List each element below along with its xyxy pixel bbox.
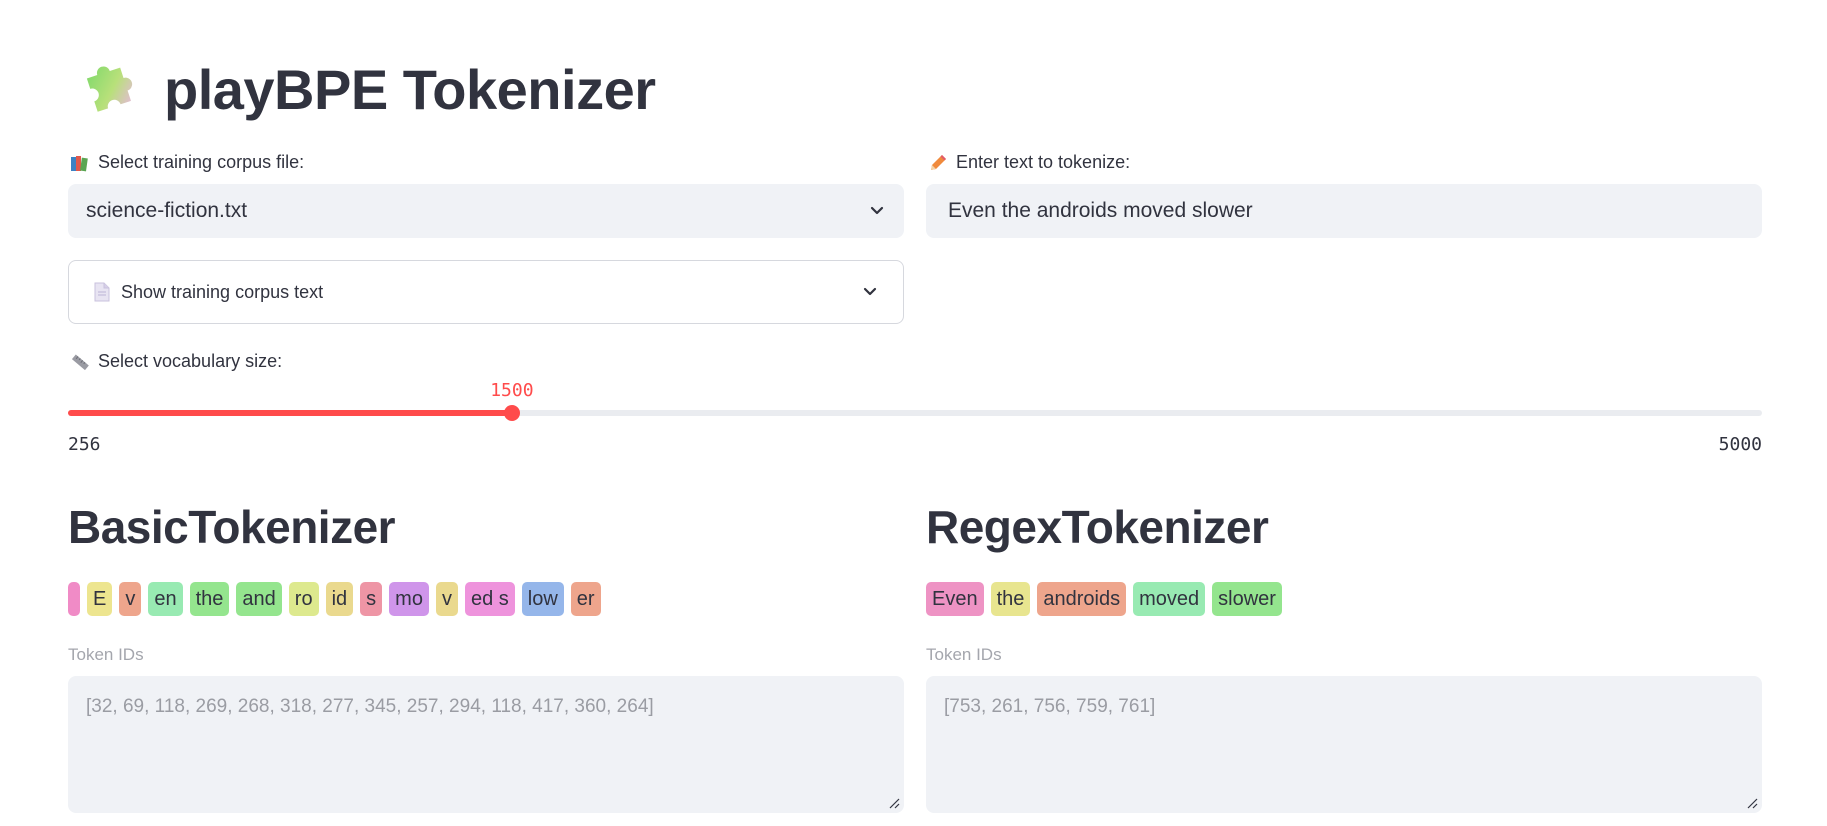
vocab-slider-max: 5000 — [1718, 434, 1762, 455]
vocab-slider-fill — [68, 410, 513, 416]
expander-header: Show training corpus text — [93, 282, 323, 303]
corpus-label: Select training corpus file: — [70, 152, 304, 173]
text-input-label: Enter text to tokenize: — [928, 152, 1130, 173]
token-chip: androids — [1037, 582, 1127, 616]
basic-token-list: Ev en the and ro id s mo v ed s low er — [68, 582, 601, 616]
resize-handle-icon[interactable] — [1746, 797, 1758, 809]
token-chip: v — [119, 582, 142, 616]
basic-token-ids-field[interactable]: [32, 69, 118, 269, 268, 318, 277, 345, 2… — [68, 676, 904, 813]
token-chip: s — [360, 582, 383, 616]
basic-tokenizer-title: BasicTokenizer — [68, 501, 396, 553]
chevron-down-icon — [870, 206, 884, 215]
basic-token-ids-label: Token IDs — [68, 645, 144, 664]
token-chip: er — [570, 582, 601, 616]
token-chip: the — [990, 582, 1031, 616]
page-header: playBPE Tokenizer — [76, 54, 656, 124]
regex-token-ids-value: [753, 261, 756, 759, 761] — [944, 696, 1156, 717]
token-chip: E — [87, 582, 113, 616]
vocab-slider-min: 256 — [68, 434, 101, 455]
ruler-icon — [71, 354, 89, 370]
basic-token-ids-value: [32, 69, 118, 269, 268, 318, 277, 345, 2… — [86, 696, 654, 717]
regex-token-ids-label: Token IDs — [926, 645, 1002, 664]
token-chip: id — [325, 582, 354, 616]
text-input-value: Even the androids moved slower — [948, 199, 1253, 222]
vocab-label: Select vocabulary size: — [70, 351, 282, 372]
token-chip: moved — [1133, 582, 1206, 616]
vocab-label-text: Select vocabulary size: — [98, 351, 283, 371]
page-title: playBPE Tokenizer — [164, 57, 656, 121]
pencil-icon — [931, 154, 946, 170]
corpus-select-value: science-fiction.txt — [86, 199, 248, 222]
token-chip: low — [521, 582, 564, 616]
puzzle-piece-icon — [86, 66, 133, 112]
vocab-slider-thumb[interactable] — [504, 405, 521, 421]
regex-token-ids-field[interactable]: [753, 261, 756, 759, 761] — [926, 676, 1762, 813]
chevron-down-icon — [863, 287, 877, 296]
books-icon — [71, 155, 88, 171]
regex-token-list: Even the androids moved slower — [926, 582, 1282, 616]
document-icon — [94, 282, 110, 302]
corpus-label-text: Select training corpus file: — [98, 152, 305, 172]
token-chip: v — [435, 582, 458, 616]
token-chip: mo — [389, 582, 429, 616]
corpus-select[interactable]: science-fiction.txt — [68, 184, 904, 238]
corpus-text-expander[interactable]: Show training corpus text — [68, 260, 904, 324]
text-input-label-text: Enter text to tokenize: — [956, 152, 1131, 172]
token-chip — [68, 582, 80, 616]
token-chip: en — [148, 582, 183, 616]
expander-label: Show training corpus text — [121, 281, 324, 302]
token-chip: ed s — [464, 582, 515, 616]
vocab-slider-value: 1500 — [490, 380, 534, 401]
resize-handle-icon[interactable] — [888, 797, 900, 809]
text-input-field[interactable]: Even the androids moved slower — [926, 184, 1762, 238]
token-chip: and — [236, 582, 282, 616]
token-chip: slower — [1212, 582, 1282, 616]
token-chip: Even — [926, 582, 984, 616]
token-chip: ro — [288, 582, 319, 616]
regex-tokenizer-title: RegexTokenizer — [926, 501, 1269, 553]
token-chip: the — [189, 582, 230, 616]
